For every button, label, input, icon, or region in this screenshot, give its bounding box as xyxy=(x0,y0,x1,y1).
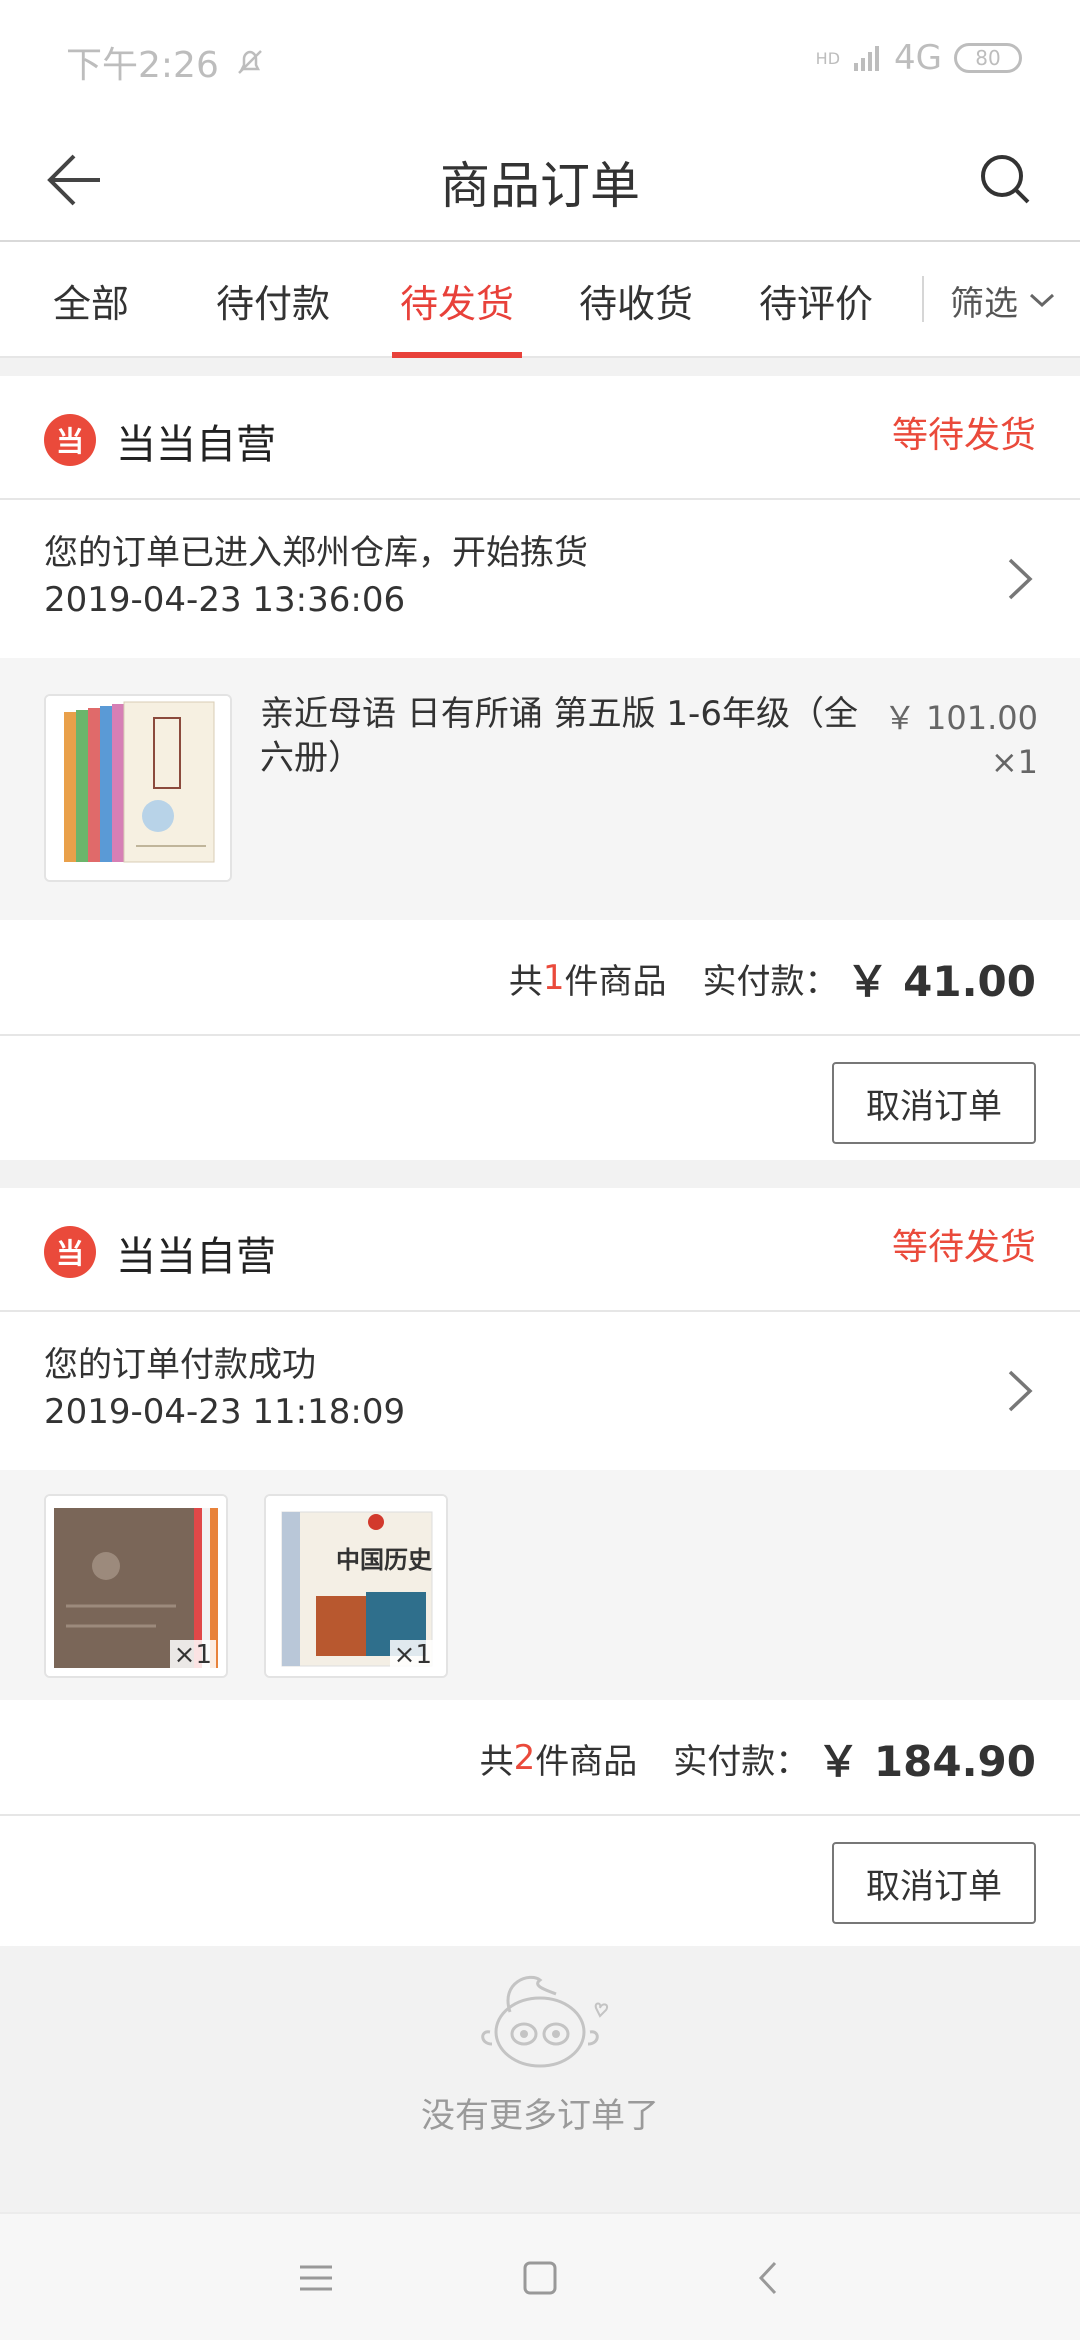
product-price-block: ￥ 101.00 ×1 xyxy=(884,696,1038,784)
page-title: 商品订单 xyxy=(440,157,640,215)
summary-suffix: 件商品 xyxy=(535,1741,638,1782)
battery-level: 80 xyxy=(975,46,1001,70)
tracking-row[interactable]: 您的订单已进入郑州仓库，开始拣货 2019-04-23 13:36:06 xyxy=(0,500,1080,658)
order-tabs: 全部 待付款 待发货 待收货 待评价 筛选 xyxy=(0,242,1080,358)
store-name: 当当自营 xyxy=(116,422,276,468)
network-label: 4G xyxy=(894,38,942,78)
cancel-order-button[interactable]: 取消订单 xyxy=(832,1062,1036,1144)
logo-text: 当 xyxy=(55,1237,84,1270)
app-header: 商品订单 xyxy=(0,118,1080,242)
store-logo: 当 xyxy=(44,1226,96,1278)
status-right: HD 4G 80 xyxy=(816,38,1022,78)
paid-label: 实付款： xyxy=(702,961,839,1002)
product-image[interactable] xyxy=(44,694,232,882)
order-summary: 共 1 件商品 实付款： ￥ 41.00 xyxy=(0,920,1080,1036)
no-more-orders: 没有更多订单了 xyxy=(0,1946,1080,2212)
summary-text: 共 2 件商品 实付款： ￥ 184.90 xyxy=(480,1700,1036,1816)
summary-prefix: 共 xyxy=(508,961,543,1002)
menu-button[interactable] xyxy=(286,2248,346,2308)
tab-label: 全部 xyxy=(52,281,129,326)
product-quantity: ×1 xyxy=(169,1640,216,1670)
paid-label: 实付款： xyxy=(673,1741,810,1782)
action-row: 取消订单 xyxy=(0,1818,1080,1946)
tab-pending-shipment[interactable]: 待发货 xyxy=(392,242,522,358)
paid-amount: ￥ 184.90 xyxy=(817,1736,1036,1786)
signal-icon xyxy=(854,46,880,71)
clock-text: 下午2:26 xyxy=(66,45,219,86)
tracking-time: 2019-04-23 13:36:06 xyxy=(44,580,406,620)
tab-label: 待发货 xyxy=(399,281,514,326)
item-count: 1 xyxy=(542,958,565,998)
tab-label: 待收货 xyxy=(578,281,693,326)
chevron-right-icon xyxy=(1008,1370,1033,1412)
home-button[interactable] xyxy=(510,2248,570,2308)
order-status: 等待发货 xyxy=(891,1227,1036,1268)
product-price: ￥ 101.00 xyxy=(883,699,1038,737)
tracking-message: 您的订单已进入郑州仓库，开始拣货 xyxy=(44,533,588,573)
search-button[interactable] xyxy=(968,142,1044,218)
product-title: 亲近母语 日有所诵 第五版 1-6年级（全六册） xyxy=(260,694,858,778)
tab-label: 待评价 xyxy=(758,281,873,326)
order-card: 当 当当自营 等待发货 您的订单已进入郑州仓库，开始拣货 2019-04-23 … xyxy=(0,376,1080,1160)
bell-off-icon xyxy=(237,50,262,74)
active-tab-indicator xyxy=(392,352,522,358)
tracking-time: 2019-04-23 11:18:09 xyxy=(44,1392,406,1432)
summary-text: 共 1 件商品 实付款： ￥ 41.00 xyxy=(509,920,1036,1036)
system-nav-bar xyxy=(0,2212,1080,2340)
status-time: 下午2:26 xyxy=(66,36,267,88)
battery-icon: 80 xyxy=(954,43,1022,73)
tab-all[interactable]: 全部 xyxy=(0,242,182,358)
filter-button[interactable]: 筛选 xyxy=(950,242,1056,358)
tab-pending-review[interactable]: 待评价 xyxy=(726,242,906,358)
summary-prefix: 共 xyxy=(479,1741,514,1782)
product-image[interactable]: ×1 xyxy=(44,1494,228,1678)
status-bar: 下午2:26 HD 4G 80 xyxy=(0,0,1080,118)
hd-label: HD xyxy=(815,48,841,68)
goods-area[interactable]: 亲近母语 日有所诵 第五版 1-6年级（全六册） ￥ 101.00 ×1 xyxy=(0,658,1080,920)
no-more-text: 没有更多订单了 xyxy=(421,2096,659,2136)
home-square-icon xyxy=(523,2261,557,2295)
chevron-down-icon xyxy=(1029,293,1055,308)
tab-label: 待付款 xyxy=(215,281,330,326)
summary-suffix: 件商品 xyxy=(564,961,667,1002)
cancel-order-button[interactable]: 取消订单 xyxy=(832,1842,1036,1924)
product-image[interactable]: 中国历史 ×1 xyxy=(264,1494,448,1678)
tab-pending-payment[interactable]: 待付款 xyxy=(182,242,364,358)
store-name: 当当自营 xyxy=(116,1234,276,1280)
order-summary: 共 2 件商品 实付款： ￥ 184.90 xyxy=(0,1700,1080,1816)
menu-icon xyxy=(300,2265,332,2291)
book-set-cover-icon xyxy=(46,696,230,880)
filter-label: 筛选 xyxy=(950,283,1018,324)
store-row[interactable]: 当 当当自营 等待发货 xyxy=(0,1188,1080,1312)
store-logo: 当 xyxy=(44,414,96,466)
search-icon xyxy=(981,155,1030,204)
tracking-message: 您的订单付款成功 xyxy=(44,1345,316,1385)
goods-area[interactable]: ×1 中国历史 ×1 xyxy=(0,1470,1080,1700)
paid-amount: ￥ 41.00 xyxy=(846,956,1036,1006)
order-card: 当 当当自营 等待发货 您的订单付款成功 2019-04-23 11:18:09… xyxy=(0,1188,1080,1946)
item-count: 2 xyxy=(513,1738,536,1778)
order-status: 等待发货 xyxy=(891,415,1036,456)
tab-divider xyxy=(922,276,924,322)
store-row[interactable]: 当 当当自营 等待发货 xyxy=(0,376,1080,500)
tracking-row[interactable]: 您的订单付款成功 2019-04-23 11:18:09 xyxy=(0,1312,1080,1470)
mascot-icon xyxy=(481,1975,609,2068)
back-nav-button[interactable] xyxy=(738,2248,798,2308)
action-row: 取消订单 xyxy=(0,1038,1080,1166)
cover-title: 中国历史 xyxy=(336,1545,432,1574)
product-quantity: ×1 xyxy=(990,743,1038,781)
logo-text: 当 xyxy=(55,425,84,458)
chevron-right-icon xyxy=(1008,558,1033,600)
product-quantity: ×1 xyxy=(389,1640,436,1670)
tab-pending-receipt[interactable]: 待收货 xyxy=(546,242,726,358)
chevron-left-icon xyxy=(758,2261,777,2295)
